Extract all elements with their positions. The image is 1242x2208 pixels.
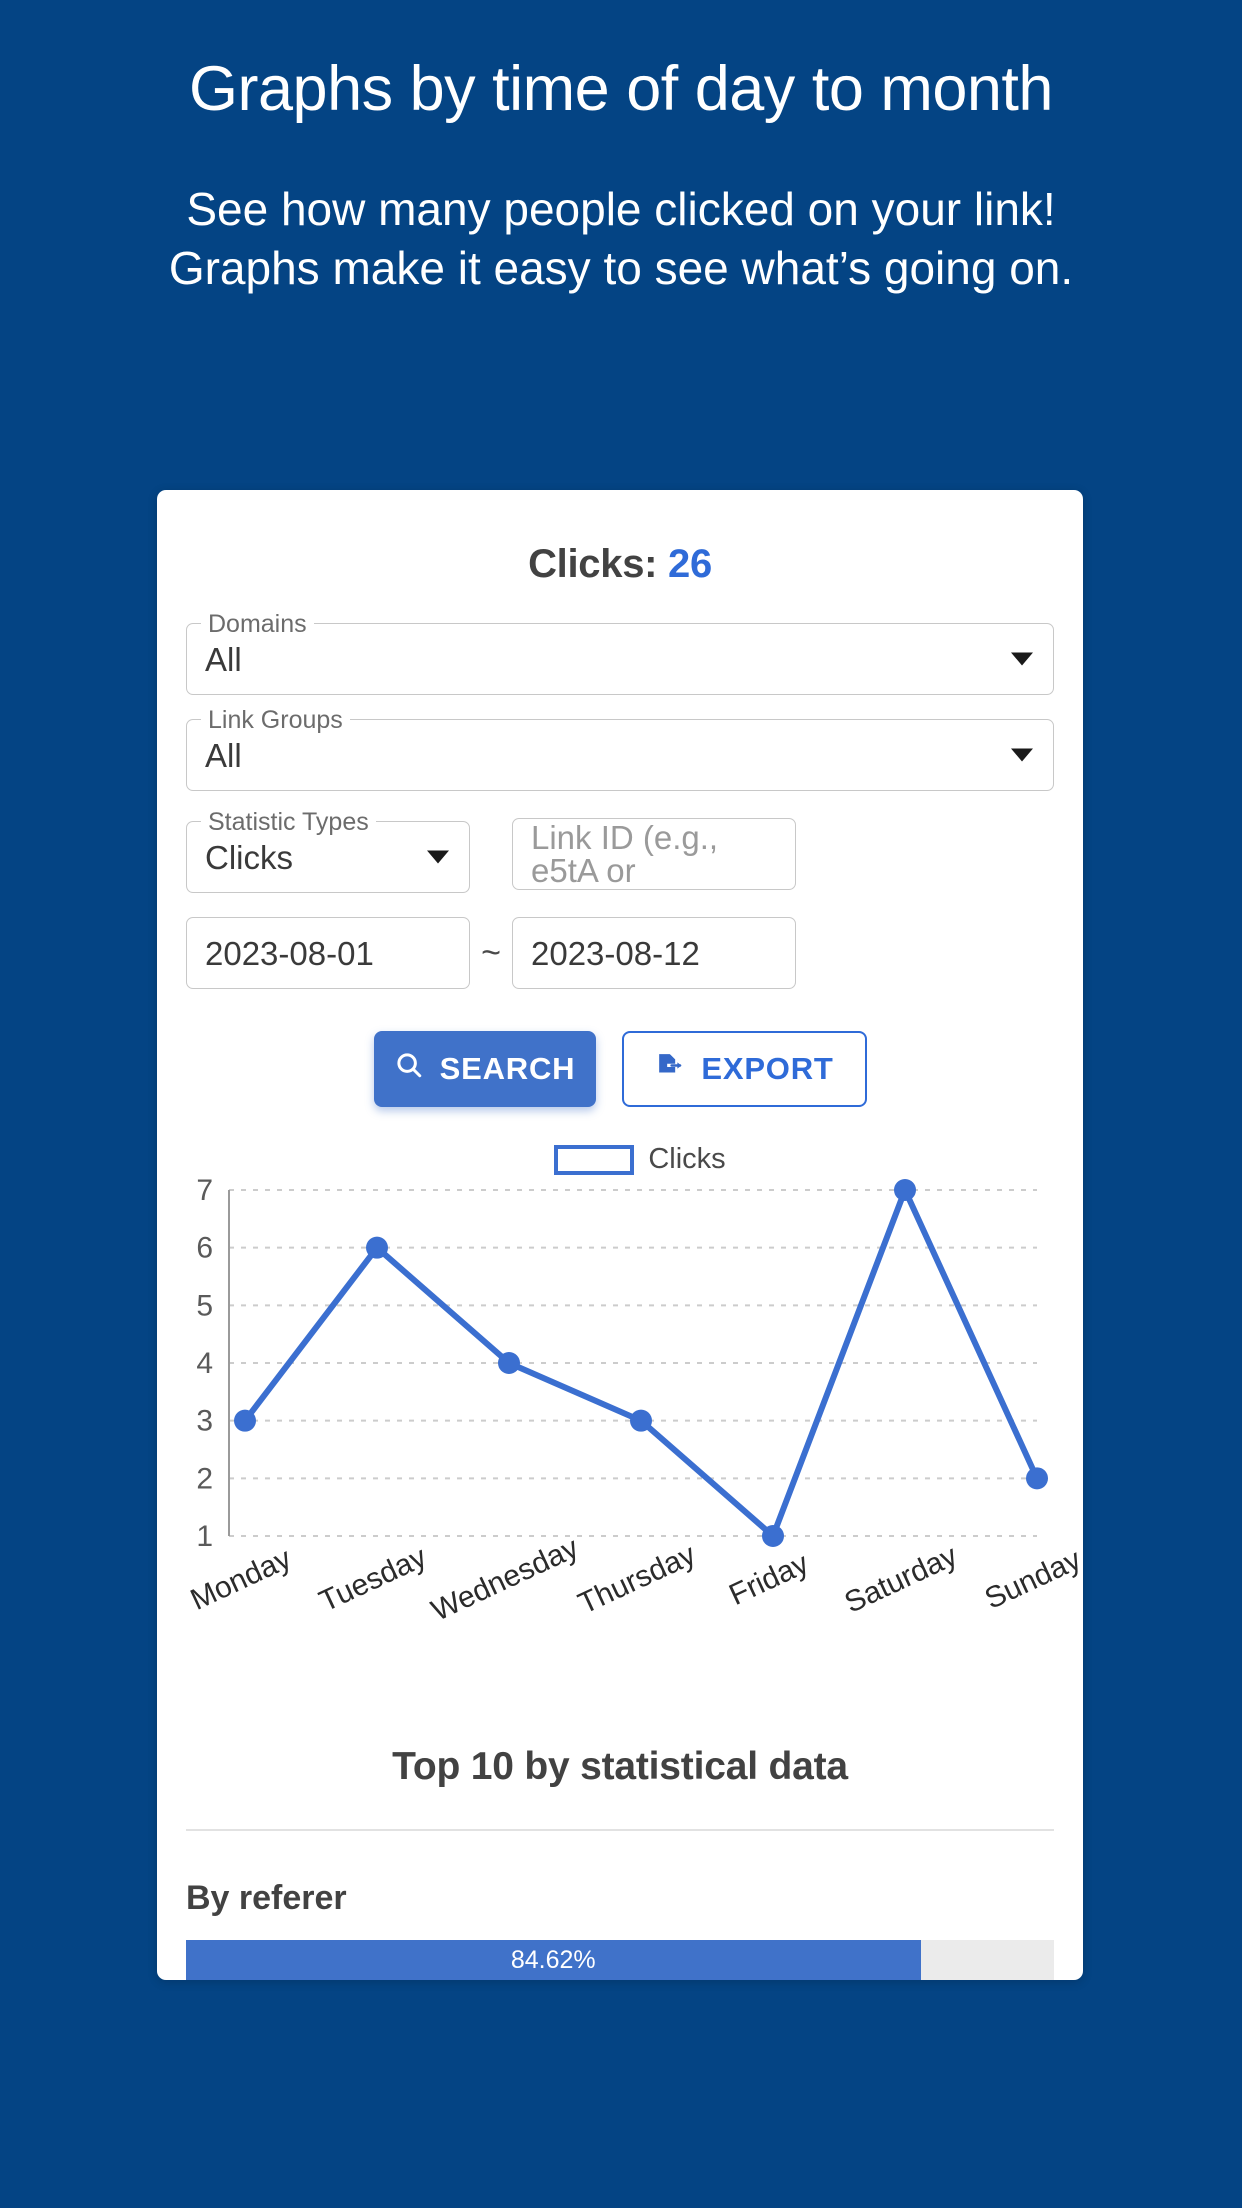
svg-text:Thursday: Thursday [573, 1538, 700, 1621]
chevron-down-icon [1011, 748, 1033, 762]
link-groups-select[interactable]: Link Groups All [186, 707, 1054, 791]
link-groups-value: All [205, 736, 242, 774]
clicks-summary: Clicks: 26 [157, 490, 1083, 617]
domains-select[interactable]: Domains All [186, 611, 1054, 695]
statistic-types-value: Clicks [205, 838, 293, 876]
referer-progress-label: 84.62% [510, 1945, 596, 1974]
link-id-input[interactable]: Link ID (e.g., e5tA or [512, 818, 796, 890]
svg-text:Monday: Monday [186, 1542, 297, 1617]
svg-text:Tuesday: Tuesday [314, 1540, 431, 1618]
link-groups-label: Link Groups [201, 707, 350, 733]
stats-card: Clicks: 26 Domains All Link Groups All S… [157, 490, 1083, 1980]
by-referer-heading: By referer [186, 1879, 347, 1917]
legend-swatch-clicks [554, 1144, 635, 1175]
svg-text:2: 2 [196, 1462, 213, 1495]
svg-text:4: 4 [196, 1347, 213, 1380]
svg-text:Friday: Friday [724, 1547, 813, 1612]
legend-label-clicks: Clicks [648, 1143, 726, 1175]
clicks-line-chart: Clicks 1 2 3 4 5 6 7 Monday Tuesday Wednesday Thur… [157, 1143, 1083, 1743]
clicks-label: Clicks: [528, 542, 658, 586]
link-id-placeholder: Link ID (e.g., e5tA or [531, 819, 719, 889]
export-button[interactable]: EXPORT [621, 1031, 867, 1107]
date-to-value: 2023-08-12 [531, 934, 700, 972]
date-to-input[interactable]: 2023-08-12 [512, 917, 796, 989]
file-export-icon [654, 1050, 685, 1089]
domains-value: All [205, 640, 242, 678]
chevron-down-icon [427, 850, 449, 864]
promo-subtitle: See how many people clicked on your link… [168, 183, 1074, 295]
search-button[interactable]: SEARCH [373, 1031, 596, 1107]
svg-text:7: 7 [196, 1176, 213, 1207]
svg-text:6: 6 [196, 1232, 213, 1265]
statistic-types-label: Statistic Types [201, 809, 376, 835]
promo-title: Graphs by time of day to month [189, 54, 1053, 124]
svg-text:Wednesday: Wednesday [426, 1531, 583, 1628]
search-icon [394, 1050, 424, 1088]
date-range-row: 2023-08-01 ~ 2023-08-12 [186, 917, 1054, 1013]
date-range-separator: ~ [481, 933, 501, 972]
search-button-label: SEARCH [439, 1051, 576, 1086]
export-button-label: EXPORT [701, 1051, 834, 1086]
domains-label: Domains [201, 611, 314, 637]
statistic-types-select[interactable]: Statistic Types Clicks [186, 809, 470, 893]
top10-heading: Top 10 by statistical data [392, 1745, 848, 1788]
svg-text:Sunday: Sunday [980, 1543, 1083, 1616]
clicks-count: 26 [668, 542, 712, 586]
action-buttons: SEARCH EXPORT [186, 1013, 1054, 1107]
chart-plot-area: 1 2 3 4 5 6 7 Monday TuesdayWednesdayThursday Fri… [186, 1176, 1083, 1628]
referer-progress-track: 84.62% [186, 1940, 1054, 1980]
date-from-value: 2023-08-01 [205, 934, 374, 972]
chart-legend: Clicks [197, 1143, 1083, 1176]
promo-header: Graphs by time of day to month See how m… [0, 0, 1242, 298]
referer-progress-fill: 84.62% [186, 1940, 921, 1980]
svg-text:Saturday: Saturday [840, 1539, 963, 1620]
chevron-down-icon [1011, 652, 1033, 666]
svg-text:3: 3 [196, 1405, 213, 1438]
filter-form: Domains All Link Groups All Statistic Ty… [157, 611, 1083, 1107]
statistic-and-linkid-row: Statistic Types Clicks Link ID (e.g., e5… [186, 809, 1054, 917]
date-from-input[interactable]: 2023-08-01 [186, 917, 470, 989]
svg-text:5: 5 [196, 1289, 213, 1322]
svg-text:1: 1 [196, 1520, 213, 1553]
